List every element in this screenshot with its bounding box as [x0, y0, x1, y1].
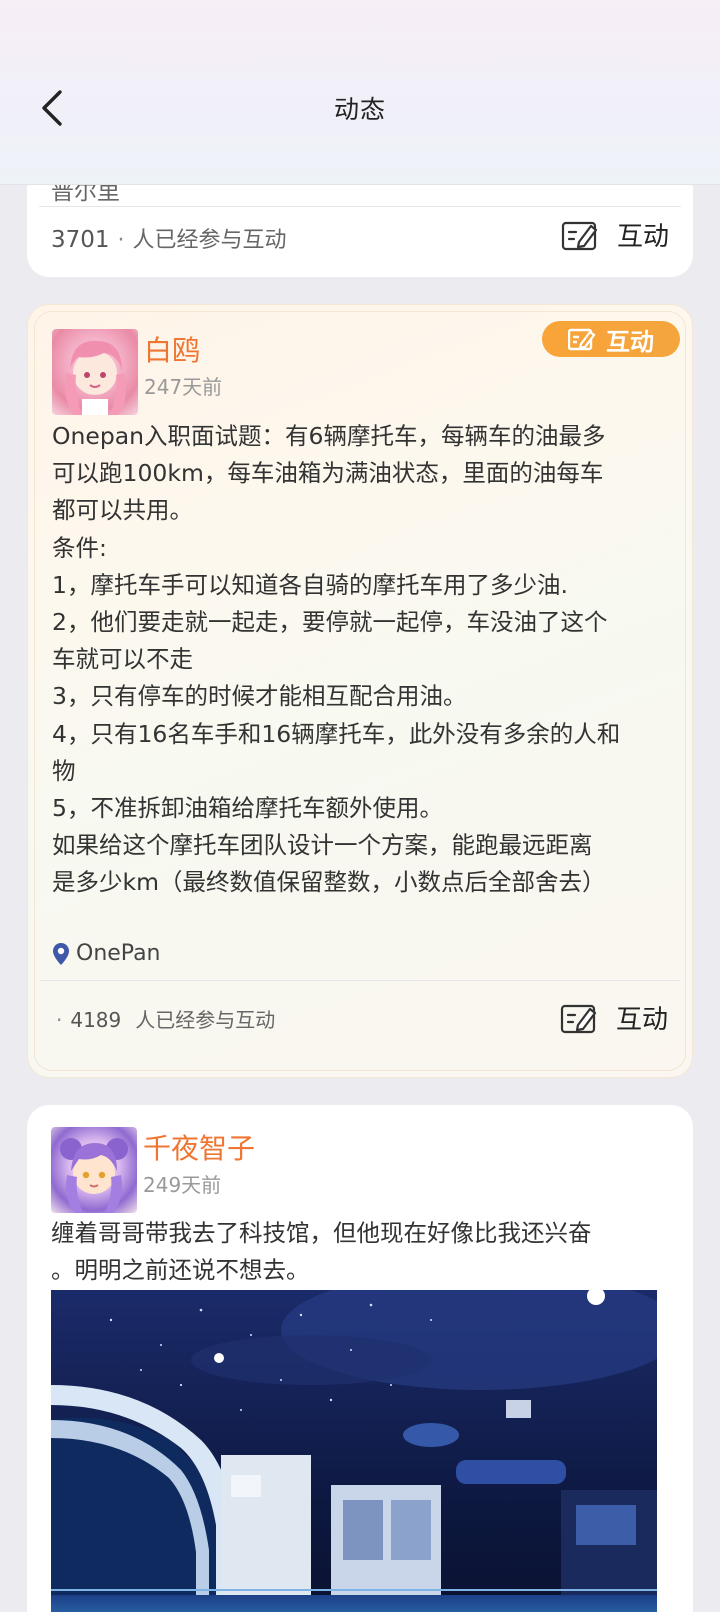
participation-number: 4189: [70, 1008, 122, 1032]
interact-button[interactable]: 互动: [560, 999, 668, 1036]
post-body: 缠着哥哥带我去了科技馆，但他现在好像比我还兴奋 。明明之前还说不想去。: [51, 1219, 592, 1285]
post-card: 千夜智子 249天前 缠着哥哥带我去了科技馆，但他现在好像比我还兴奋 。明明之前…: [27, 1105, 693, 1612]
avatar-illustration: [60, 1138, 128, 1213]
featured-post-card: 白鸥 247天前 互动 Onepan入职面试题：有6辆摩托车，每辆车的油最多 可…: [27, 304, 693, 1078]
location-row[interactable]: OnePan: [52, 941, 161, 966]
participation-number: 3701: [51, 227, 110, 253]
participation-text: 人已经参与互动: [135, 1008, 276, 1032]
interact-label: 互动: [615, 1005, 668, 1035]
participation-text: 人已经参与互动: [132, 228, 287, 253]
edit-note-icon: [560, 1004, 597, 1033]
badge-label: 互动: [606, 327, 654, 356]
post-body: Onepan入职面试题：有6辆摩托车，每辆车的油最多 可以跑100km，每车油箱…: [52, 422, 621, 897]
post-time: 247天前: [144, 375, 223, 399]
location-label: OnePan: [76, 941, 161, 966]
edit-note-icon: [568, 328, 596, 351]
avatar[interactable]: [52, 329, 138, 415]
feed-page: 动态 普尔里 3701 · 人已经参与互动 互动 白鸥 247天前 互动 One…: [0, 0, 720, 1612]
interact-label: 互动: [616, 222, 669, 252]
interact-button[interactable]: 互动: [561, 216, 669, 253]
username[interactable]: 白鸥: [144, 329, 200, 369]
edit-note-icon: [561, 221, 598, 250]
participation-count: 3701 · 人已经参与互动: [51, 227, 287, 253]
post-photo[interactable]: [51, 1290, 657, 1612]
post-time: 249天前: [143, 1173, 222, 1197]
participation-count: · 4189 人已经参与互动: [56, 1008, 276, 1032]
location-pin-icon: [53, 942, 69, 965]
username[interactable]: 千夜智子: [143, 1127, 255, 1167]
avatar-illustration: [65, 340, 126, 415]
divider: [40, 980, 680, 981]
divider: [39, 206, 681, 207]
avatar[interactable]: [51, 1127, 137, 1213]
interact-badge[interactable]: 互动: [542, 321, 680, 357]
science-museum-photo: [51, 1290, 657, 1612]
top-bar: 动态: [0, 0, 720, 185]
page-title: 动态: [333, 95, 386, 124]
